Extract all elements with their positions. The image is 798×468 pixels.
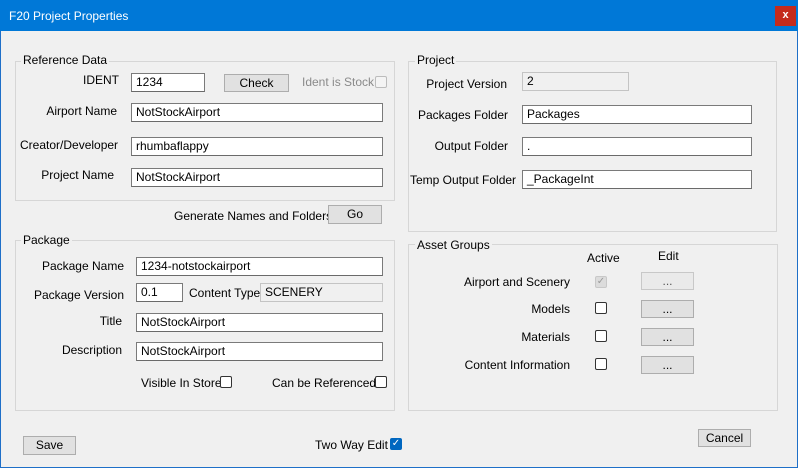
airport-name-label: Airport Name	[46, 104, 117, 118]
ident-is-stock-checkbox[interactable]	[375, 76, 387, 88]
asset-row-active-checkbox[interactable]	[595, 302, 607, 314]
asset-row-label: Materials	[521, 330, 570, 344]
generate-label: Generate Names and Folders	[174, 209, 333, 223]
asset-row-active-checkbox[interactable]	[595, 358, 607, 370]
asset-groups-group	[408, 244, 778, 411]
save-button[interactable]: Save	[23, 436, 76, 455]
description-input[interactable]: NotStockAirport	[136, 342, 383, 361]
title-input[interactable]: NotStockAirport	[136, 313, 383, 332]
ident-is-stock-label: Ident is Stock	[302, 75, 375, 89]
asset-row-label: Airport and Scenery	[463, 275, 570, 289]
package-legend: Package	[21, 233, 72, 247]
can-be-referenced-label: Can be Referenced	[272, 376, 377, 390]
close-button[interactable]: x	[775, 6, 796, 26]
package-version-input[interactable]: 0.1	[136, 283, 183, 302]
edit-column-header: Edit	[658, 249, 679, 263]
asset-row-edit-button[interactable]: ...	[641, 356, 694, 374]
asset-row-edit-button[interactable]: ...	[641, 300, 694, 318]
visible-in-store-checkbox[interactable]	[220, 376, 232, 388]
packages-folder-input[interactable]: Packages	[522, 105, 752, 124]
project-name-label: Project Name	[41, 168, 114, 182]
check-button[interactable]: Check	[224, 74, 289, 92]
package-name-input[interactable]: 1234-notstockairport	[136, 257, 383, 276]
output-folder-input[interactable]: .	[522, 137, 752, 156]
packages-folder-label: Packages Folder	[417, 108, 508, 122]
creator-input[interactable]: rhumbaflappy	[131, 137, 383, 156]
title-label: Title	[99, 314, 122, 328]
asset-groups-legend: Asset Groups	[415, 238, 492, 252]
project-name-input[interactable]: NotStockAirport	[131, 168, 383, 187]
ident-input[interactable]: 1234	[131, 73, 205, 92]
active-column-header: Active	[587, 251, 620, 265]
window-title: F20 Project Properties	[9, 9, 129, 23]
description-label: Description	[61, 343, 122, 357]
output-folder-label: Output Folder	[434, 139, 508, 153]
asset-row-label: Models	[531, 302, 570, 316]
cancel-button[interactable]: Cancel	[698, 429, 751, 447]
project-version-input: 2	[522, 72, 629, 91]
go-button[interactable]: Go	[328, 205, 382, 224]
creator-label: Creator/Developer	[20, 138, 119, 152]
asset-row-active-checkbox[interactable]	[595, 330, 607, 342]
visible-in-store-label: Visible In Store	[141, 376, 222, 390]
asset-row-label: Content Information	[464, 358, 570, 372]
temp-output-folder-label: Temp Output Folder	[410, 173, 517, 187]
airport-name-input[interactable]: NotStockAirport	[131, 103, 383, 122]
package-name-label: Package Name	[41, 259, 124, 273]
title-bar: F20 Project Properties x	[0, 0, 798, 31]
project-version-label: Project Version	[426, 77, 507, 91]
ident-label: IDENT	[83, 73, 119, 87]
asset-row-edit-button: ...	[641, 272, 694, 290]
temp-output-folder-input[interactable]: _PackageInt	[522, 170, 752, 189]
two-way-edit-checkbox[interactable]: ✓	[390, 438, 402, 450]
reference-data-legend: Reference Data	[21, 53, 110, 67]
content-type-label: Content Type	[189, 286, 261, 300]
project-legend: Project	[415, 53, 457, 67]
package-version-label: Package Version	[33, 288, 124, 302]
asset-row-active-checkbox: ✓	[595, 276, 607, 288]
can-be-referenced-checkbox[interactable]	[375, 376, 387, 388]
two-way-edit-label: Two Way Edit	[315, 438, 388, 452]
content-type-input: SCENERY	[260, 283, 383, 302]
asset-row-edit-button[interactable]: ...	[641, 328, 694, 346]
